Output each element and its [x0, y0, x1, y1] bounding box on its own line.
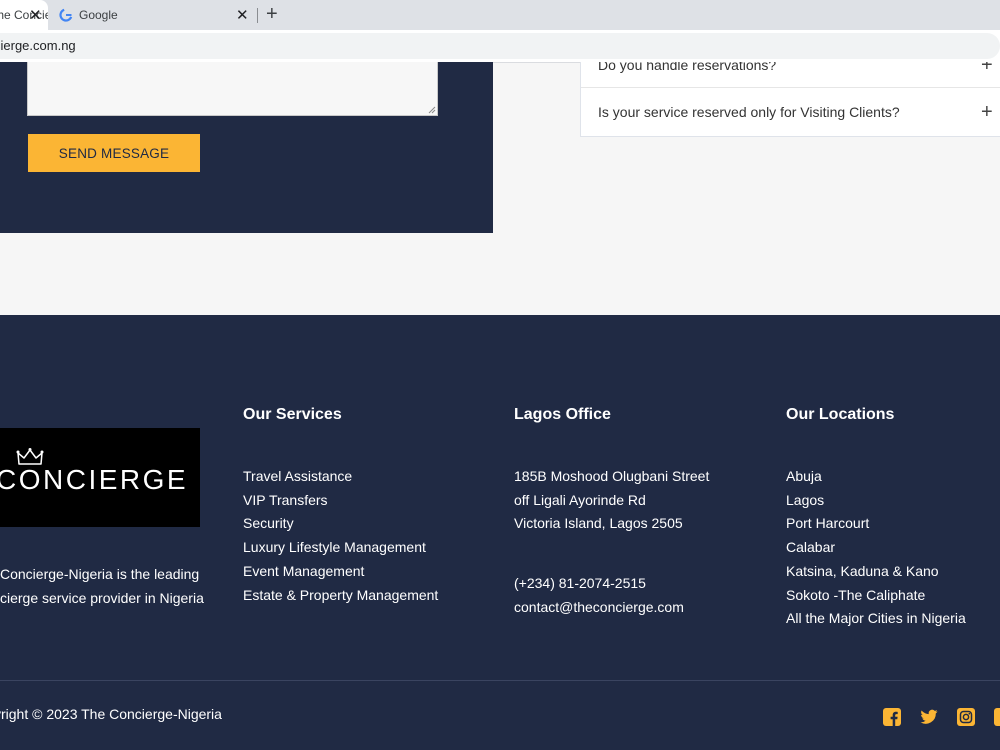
- faq-item[interactable]: Is your service reserved only for Visiti…: [581, 88, 1000, 135]
- phone-link[interactable]: (+234) 81-2074-2515: [514, 572, 684, 596]
- service-link[interactable]: Travel Assistance: [243, 465, 438, 489]
- faq-accordion: Do you handle reservations? + Is your se…: [580, 62, 1000, 137]
- close-tab-icon[interactable]: ✕: [29, 6, 42, 24]
- services-title: Our Services: [243, 406, 342, 423]
- office-address: 185B Moshood Olugbani Street off Ligali …: [514, 465, 709, 536]
- tab-separator: [257, 8, 258, 23]
- email-link[interactable]: contact@theconcierge.com: [514, 596, 684, 620]
- service-link[interactable]: Security: [243, 512, 438, 536]
- locations-list: Abuja Lagos Port Harcourt Calabar Katsin…: [786, 465, 966, 631]
- faq-item[interactable]: Do you handle reservations? +: [581, 62, 1000, 88]
- footer-divider: [0, 680, 1000, 681]
- instagram-icon[interactable]: [957, 708, 975, 726]
- tab-title: Google: [79, 8, 118, 22]
- faq-question: Do you handle reservations?: [598, 62, 777, 73]
- resize-handle-icon[interactable]: [428, 106, 436, 114]
- concierge-logo[interactable]: CONCIERGE: [0, 428, 200, 527]
- services-list: Travel Assistance VIP Transfers Security…: [243, 465, 438, 607]
- tab-active[interactable]: The Concierge-Nigeria | Member ✕: [0, 0, 48, 30]
- location-item: Abuja: [786, 468, 822, 484]
- location-item: Katsina, Kaduna & Kano: [786, 562, 939, 579]
- browser-toolbar: cierge.com.ng: [0, 30, 1000, 63]
- office-contact: (+234) 81-2074-2515 contact@theconcierge…: [514, 572, 684, 619]
- service-link[interactable]: VIP Transfers: [243, 489, 438, 513]
- location-item: All the Major Cities in Nigeria: [786, 610, 966, 627]
- service-link[interactable]: Estate & Property Management: [243, 584, 438, 608]
- plus-icon[interactable]: +: [981, 102, 993, 122]
- close-tab-icon[interactable]: ✕: [236, 6, 249, 24]
- send-message-button[interactable]: SEND MESSAGE: [28, 134, 200, 172]
- address-line: off Ligali Ayorinde Rd: [514, 491, 646, 508]
- facebook-icon[interactable]: [883, 708, 901, 726]
- office-title: Lagos Office: [514, 406, 611, 423]
- message-textarea[interactable]: [27, 62, 438, 116]
- site-footer: CONCIERGE Concierge-Nigeria is the leadi…: [0, 315, 1000, 750]
- service-link[interactable]: Luxury Lifestyle Management: [243, 536, 438, 560]
- about-line: Concierge-Nigeria is the leading: [0, 566, 200, 582]
- logo-text: CONCIERGE: [0, 464, 189, 495]
- browser-tab-strip: The Concierge-Nigeria | Member ✕ Google …: [0, 0, 1000, 30]
- url-text[interactable]: cierge.com.ng: [0, 38, 76, 53]
- contact-form-panel: SEND MESSAGE: [0, 62, 493, 233]
- tab-google[interactable]: Google ✕: [50, 0, 256, 30]
- about-text: Concierge-Nigeria is the leading cierge …: [0, 563, 204, 610]
- location-item: Lagos: [786, 491, 825, 508]
- location-item: Calabar: [786, 539, 836, 556]
- copyright-text: yright © 2023 The Concierge-Nigeria: [0, 706, 222, 722]
- address-line: 185B Moshood Olugbani Street: [514, 468, 710, 484]
- faq-question: Is your service reserved only for Visiti…: [598, 104, 900, 120]
- google-icon: [59, 8, 73, 22]
- linkedin-icon[interactable]: [994, 708, 1000, 726]
- twitter-icon[interactable]: [920, 708, 938, 726]
- address-line: Victoria Island, Lagos 2505: [514, 515, 683, 532]
- service-link[interactable]: Event Management: [243, 560, 438, 584]
- address-bar[interactable]: cierge.com.ng: [0, 33, 1000, 59]
- location-item: Port Harcourt: [786, 515, 870, 532]
- plus-icon[interactable]: +: [981, 62, 993, 75]
- about-line: cierge service provider in Nigeria: [0, 589, 204, 606]
- location-item: Sokoto -The Caliphate: [786, 586, 926, 603]
- new-tab-icon[interactable]: +: [266, 3, 278, 26]
- locations-title: Our Locations: [786, 406, 895, 423]
